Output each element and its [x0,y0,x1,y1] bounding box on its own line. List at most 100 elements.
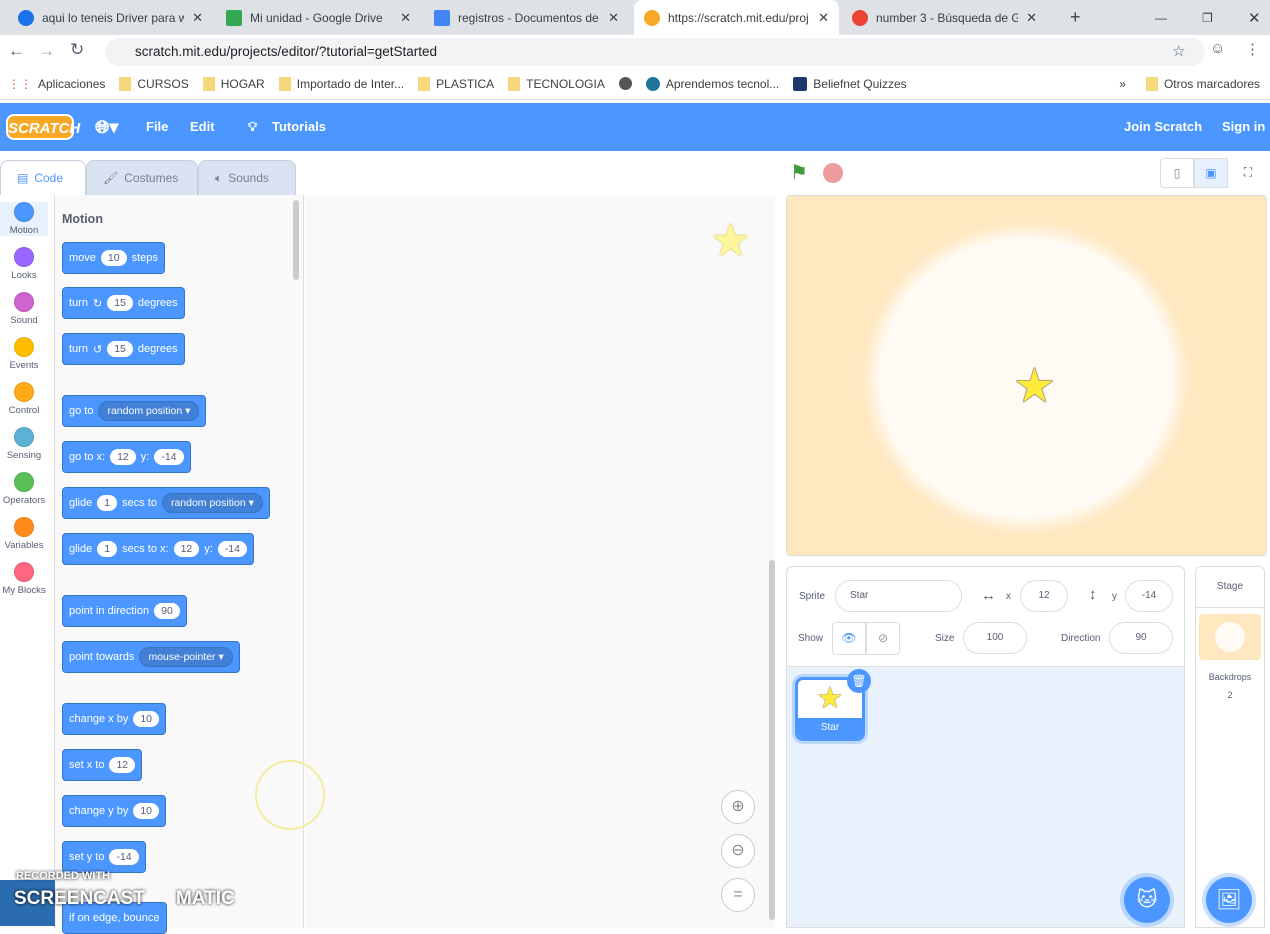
motion-block[interactable]: turn ↻ 15 degrees [62,287,185,319]
script-area[interactable]: ★ [255,195,775,928]
edit-menu[interactable]: Edit [190,103,215,151]
block-number-input[interactable]: 12 [109,757,136,773]
bookmark-folder[interactable]: Importado de Inter... [278,76,404,91]
scratch-logo[interactable]: SCRATCH [6,114,80,140]
other-bookmarks[interactable]: » Otros marcadores [1119,76,1260,91]
motion-block[interactable]: change x by 10 [62,703,167,735]
language-globe-icon[interactable]: 🌐︎▾ [95,103,118,151]
block-number-input[interactable]: 12 [110,449,136,465]
show-hidden-button[interactable]: ⊘ [866,622,900,655]
block-number-input[interactable]: -14 [109,849,139,865]
profile-avatar[interactable]: ☺ [1210,40,1225,57]
x-input[interactable]: 12 [1020,580,1068,612]
tab-code[interactable]: ▤ Code [0,160,86,196]
url-input[interactable]: scratch.mit.edu/projects/editor/?tutoria… [105,38,1205,66]
block-dropdown[interactable]: random position ▾ [161,493,263,513]
block-dropdown[interactable]: mouse-pointer ▾ [139,647,233,667]
close-tab-icon[interactable]: ✕ [192,10,203,26]
category-events[interactable]: Events [0,337,48,371]
small-stage-button[interactable]: ▯ [1160,158,1194,188]
palette-scrollbar[interactable] [293,200,299,280]
motion-block[interactable]: go to random position ▾ [62,395,207,427]
file-menu[interactable]: File [146,103,168,151]
bookmark-star-icon[interactable]: ☆ [1172,42,1185,60]
zoom-out-button[interactable]: ⊖ [721,834,755,868]
motion-block[interactable]: glide 1 secs to x: 12 y: -14 [62,533,254,565]
zoom-reset-button[interactable]: = [721,878,755,912]
forward-icon[interactable]: → [38,41,55,61]
block-dropdown[interactable]: random position ▾ [98,401,200,421]
tutorials-button[interactable]: Tutorials [272,103,326,151]
block-number-input[interactable]: -14 [217,541,247,557]
category-motion[interactable]: Motion [0,202,48,236]
category-sound[interactable]: Sound [0,292,48,326]
motion-block[interactable]: change y by 10 [62,795,167,827]
bookmark-folder[interactable]: CURSOS [119,76,189,91]
choose-sprite-button[interactable]: 🐱︎ [1124,877,1170,923]
more-bookmarks-icon[interactable]: » [1119,77,1126,91]
bookmark-folder[interactable]: PLASTICA [418,76,494,91]
bookmark-folder[interactable]: TECNOLOGIA [508,76,605,91]
browser-tab[interactable]: number 3 - Búsqueda de G ✕ [842,0,1047,35]
category-operators[interactable]: Operators [0,472,48,506]
block-number-input[interactable]: 1 [97,541,118,557]
close-tab-icon[interactable]: ✕ [400,10,411,26]
block-number-input[interactable]: -14 [154,449,184,465]
direction-input[interactable]: 90 [1109,622,1173,654]
size-input[interactable]: 100 [963,622,1027,654]
y-input[interactable]: -14 [1125,580,1173,612]
motion-block[interactable]: turn ↺ 15 degrees [62,333,185,365]
motion-block[interactable]: set x to 12 [62,749,143,781]
script-scrollbar[interactable] [769,560,775,920]
block-number-input[interactable]: 10 [133,711,160,727]
motion-block[interactable]: point in direction 90 [62,595,187,627]
motion-block[interactable]: move 10 steps [62,242,165,274]
category-my-blocks[interactable]: My Blocks [0,562,48,596]
green-flag-icon[interactable]: ⚑ [790,160,808,185]
star-sprite[interactable]: ★ [1013,358,1056,414]
category-sensing[interactable]: Sensing [0,427,48,461]
bookmark-folder[interactable]: HOGAR [202,76,265,91]
category-looks[interactable]: Looks [0,247,48,281]
new-tab-button[interactable]: + [1060,0,1091,35]
large-stage-button[interactable]: ▣ [1194,158,1228,188]
block-number-input[interactable]: 12 [173,541,200,557]
browser-tab-active[interactable]: https://scratch.mit.edu/proj ✕ [634,0,839,35]
stage-thumbnail[interactable] [1199,614,1261,660]
category-control[interactable]: Control [0,382,48,416]
bookmark-apps[interactable]: ⋮⋮ Aplicaciones [8,77,105,91]
block-number-input[interactable]: 10 [100,250,127,266]
bookmark-link[interactable]: Beliefnet Quizzes [793,76,907,91]
back-icon[interactable]: ← [8,41,25,61]
close-tab-icon[interactable]: ✕ [818,10,829,26]
join-scratch-link[interactable]: Join Scratch [1124,103,1202,151]
browser-tab[interactable]: Mi unidad - Google Drive ✕ [216,0,421,35]
browser-tab[interactable]: aqui lo teneis Driver para w ✕ [8,0,213,35]
block-number-input[interactable]: 10 [133,803,160,819]
choose-backdrop-button[interactable]: 🖼︎ [1206,877,1252,923]
menu-icon[interactable]: ⋮ [1245,40,1260,58]
block-number-input[interactable]: 15 [107,341,133,357]
minimize-button[interactable]: — [1145,0,1177,35]
bookmark-link[interactable]: Aprendemos tecnol... [645,76,779,91]
stage-canvas[interactable]: ★ [786,195,1267,556]
stage-selector[interactable]: Stage Backdrops 2 [1195,566,1265,928]
motion-block[interactable]: glide 1 secs to random position ▾ [62,487,270,519]
block-number-input[interactable]: 90 [154,603,180,619]
motion-block[interactable]: go to x: 12 y: -14 [62,441,191,473]
tab-costumes[interactable]: 🖌︎ Costumes [86,160,198,196]
reload-icon[interactable]: ↻ [70,40,84,60]
close-tab-icon[interactable]: ✕ [608,10,619,26]
show-visible-button[interactable]: 👁︎ [832,622,866,655]
restore-button[interactable]: ❐ [1192,0,1223,35]
category-variables[interactable]: Variables [0,517,48,551]
delete-sprite-icon[interactable]: 🗑︎ [847,669,871,693]
zoom-in-button[interactable]: ⊕ [721,790,755,824]
browser-tab[interactable]: registros - Documentos de ✕ [424,0,629,35]
block-number-input[interactable]: 1 [97,495,118,511]
close-window-button[interactable]: ✕ [1238,0,1270,35]
sprite-name-input[interactable]: Star [835,580,962,612]
stop-icon[interactable] [823,163,843,183]
sign-in-link[interactable]: Sign in [1222,103,1265,151]
tab-sounds[interactable]: 🔈︎ Sounds [198,160,296,196]
